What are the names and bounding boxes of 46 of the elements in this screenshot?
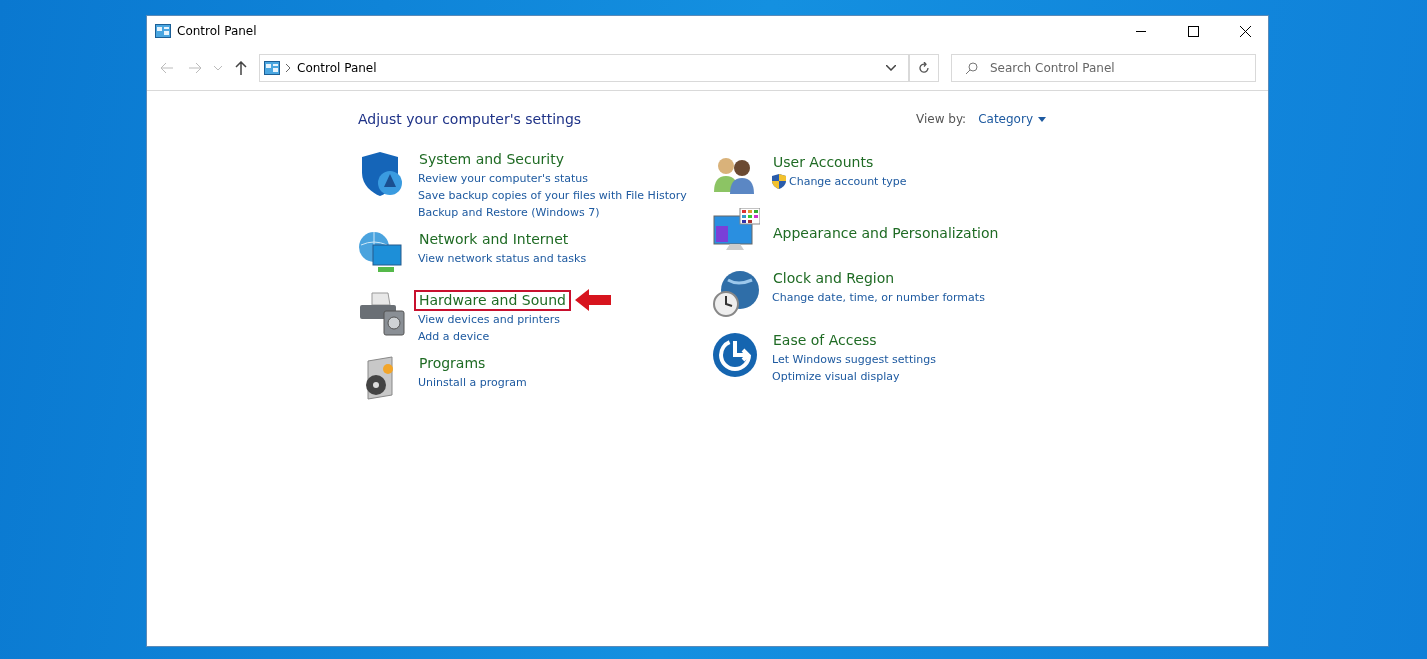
maximize-icon bbox=[1187, 25, 1199, 37]
task-link[interactable]: Change account type bbox=[789, 173, 907, 190]
task-link[interactable]: View devices and printers bbox=[418, 311, 561, 328]
arrow-icon bbox=[574, 289, 611, 311]
dropdown-caret-icon[interactable] bbox=[886, 65, 896, 71]
address-bar[interactable]: Control Panel bbox=[259, 54, 909, 82]
view-by-label: View by: bbox=[916, 112, 967, 126]
globe-clock-icon bbox=[712, 270, 760, 318]
task-link[interactable]: Save backup copies of your files with File History bbox=[418, 187, 687, 204]
control-panel-icon bbox=[155, 24, 171, 38]
minimize-icon bbox=[1136, 30, 1146, 32]
refresh-button[interactable] bbox=[909, 54, 939, 82]
chevron-icon bbox=[286, 64, 291, 72]
task-link[interactable]: Let Windows suggest settings bbox=[772, 351, 936, 368]
close-icon bbox=[1239, 25, 1251, 37]
refresh-icon bbox=[918, 62, 930, 74]
address-path: Control Panel bbox=[297, 61, 378, 75]
ease-of-access-icon bbox=[712, 332, 758, 378]
control-panel-icon bbox=[264, 61, 280, 75]
forward-arrow-icon bbox=[188, 62, 202, 74]
task-link[interactable]: Add a device bbox=[418, 328, 490, 345]
up-arrow-icon bbox=[235, 61, 247, 75]
caret-icon bbox=[214, 65, 222, 71]
task-link[interactable]: Review your computer's status bbox=[418, 170, 589, 187]
category-link[interactable]: Network and Internet bbox=[414, 229, 574, 250]
uac-shield-icon bbox=[772, 174, 786, 189]
category-link[interactable]: User Accounts bbox=[768, 152, 879, 173]
printer-speaker-icon bbox=[358, 291, 406, 337]
task-link[interactable]: Uninstall a program bbox=[418, 374, 527, 391]
page-heading: Adjust your computer's settings bbox=[358, 111, 582, 127]
category-link[interactable]: Programs bbox=[414, 353, 491, 374]
search-icon bbox=[965, 62, 978, 75]
task-link[interactable]: Backup and Restore (Windows 7) bbox=[418, 204, 600, 221]
window-title: Control Panel bbox=[177, 24, 258, 38]
category-link[interactable]: Appearance and Personalization bbox=[768, 222, 1004, 244]
task-link[interactable]: Change date, time, or number formats bbox=[772, 289, 985, 306]
category-link[interactable]: System and Security bbox=[414, 149, 569, 170]
category-link[interactable]: Hardware and Sound bbox=[414, 289, 571, 311]
back-arrow-icon bbox=[160, 62, 174, 74]
category-link[interactable]: Clock and Region bbox=[768, 268, 900, 289]
category-link[interactable]: Ease of Access bbox=[768, 330, 882, 351]
caret-icon bbox=[1038, 116, 1046, 122]
search-field[interactable]: Search Control Panel bbox=[951, 54, 1256, 82]
task-link[interactable]: View network status and tasks bbox=[418, 250, 587, 267]
view-by-dropdown[interactable]: Category bbox=[978, 112, 1046, 126]
task-link[interactable]: Optimize visual display bbox=[772, 368, 900, 385]
